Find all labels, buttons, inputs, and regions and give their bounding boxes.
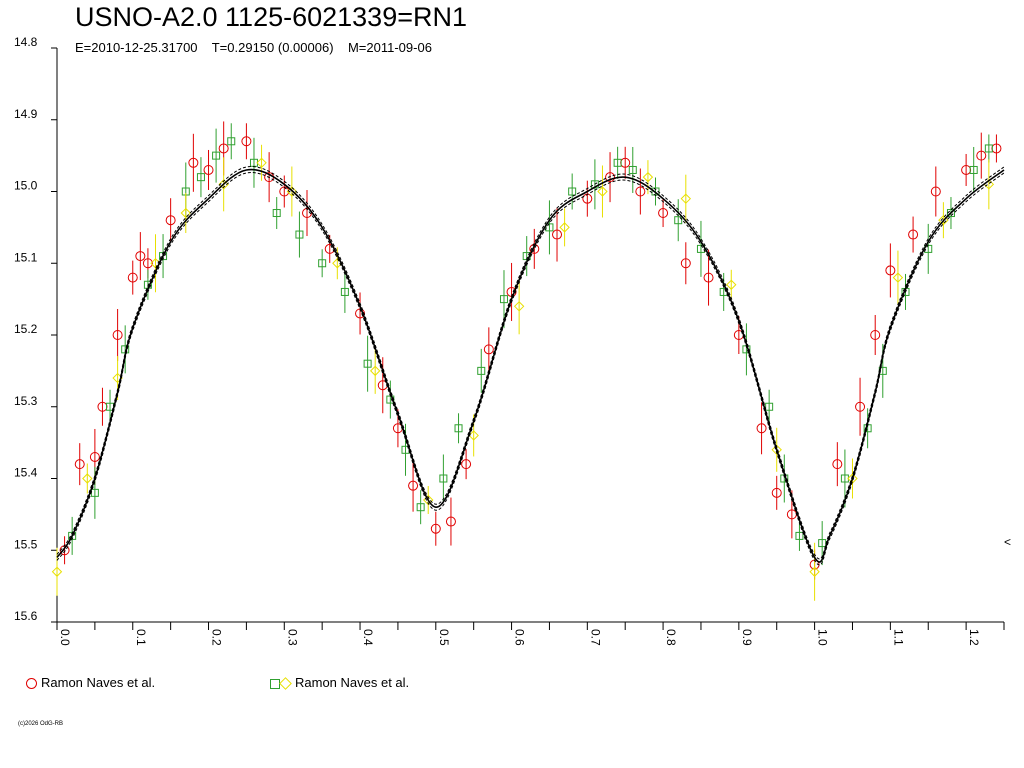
x-tick-label: 0.0 <box>58 629 72 646</box>
legend-label: Ramon Naves et al. <box>41 675 156 690</box>
fit-curve-line <box>56 168 1005 563</box>
x-tick-label: 0.5 <box>437 629 451 646</box>
fit-curve <box>56 166 1005 566</box>
x-tick-label: 0.3 <box>285 629 299 646</box>
data-marks <box>51 121 1002 601</box>
x-tick-label: 0.6 <box>513 629 527 646</box>
x-tick-label: 1.0 <box>816 629 830 646</box>
x-tick-label: 0.8 <box>664 629 678 646</box>
y-tick-label: 15.4 <box>14 466 38 480</box>
circle-icon <box>26 678 37 690</box>
fit-curve-lower <box>56 172 1005 566</box>
x-tick-label: 1.2 <box>967 629 981 646</box>
y-tick-label: 14.9 <box>14 107 38 121</box>
axes: 14.8 14.9 15.0 15.1 15.2 15.3 15.4 15.5 15.6 0.0 0… <box>14 35 1005 646</box>
y-tick-label: 15.5 <box>14 537 38 551</box>
x-tick-label: 0.1 <box>134 629 148 646</box>
y-tick-label: 15.0 <box>14 179 38 193</box>
x-tick-label: 0.4 <box>361 629 375 646</box>
x-tick-label: 0.2 <box>210 629 224 646</box>
legend-item-green-yellow: Ramon Naves et al. <box>270 675 409 690</box>
legend-label: Ramon Naves et al. <box>295 675 410 690</box>
y-tick-label: 15.6 <box>14 609 38 623</box>
x-tick-label: 0.7 <box>588 629 602 646</box>
fit-curve-upper <box>56 166 1005 560</box>
light-curve-chart: 14.8 14.9 15.0 15.1 15.2 15.3 15.4 15.5 15.6 0.0 0… <box>14 35 1011 646</box>
y-tick-label: 15.1 <box>14 250 38 264</box>
y-tick-label: 15.2 <box>14 322 38 336</box>
y-tick-label: 14.8 <box>14 35 38 49</box>
legend-item-red: Ramon Naves et al. <box>26 675 155 690</box>
diamond-icon <box>279 677 292 690</box>
right-marker: < <box>1004 535 1011 549</box>
x-tick-label: 0.9 <box>740 629 754 646</box>
y-tick-label: 15.3 <box>14 394 38 408</box>
x-tick-label: 1.1 <box>891 629 905 646</box>
copyright-text: (c)2026 OdG-RB <box>18 721 64 727</box>
